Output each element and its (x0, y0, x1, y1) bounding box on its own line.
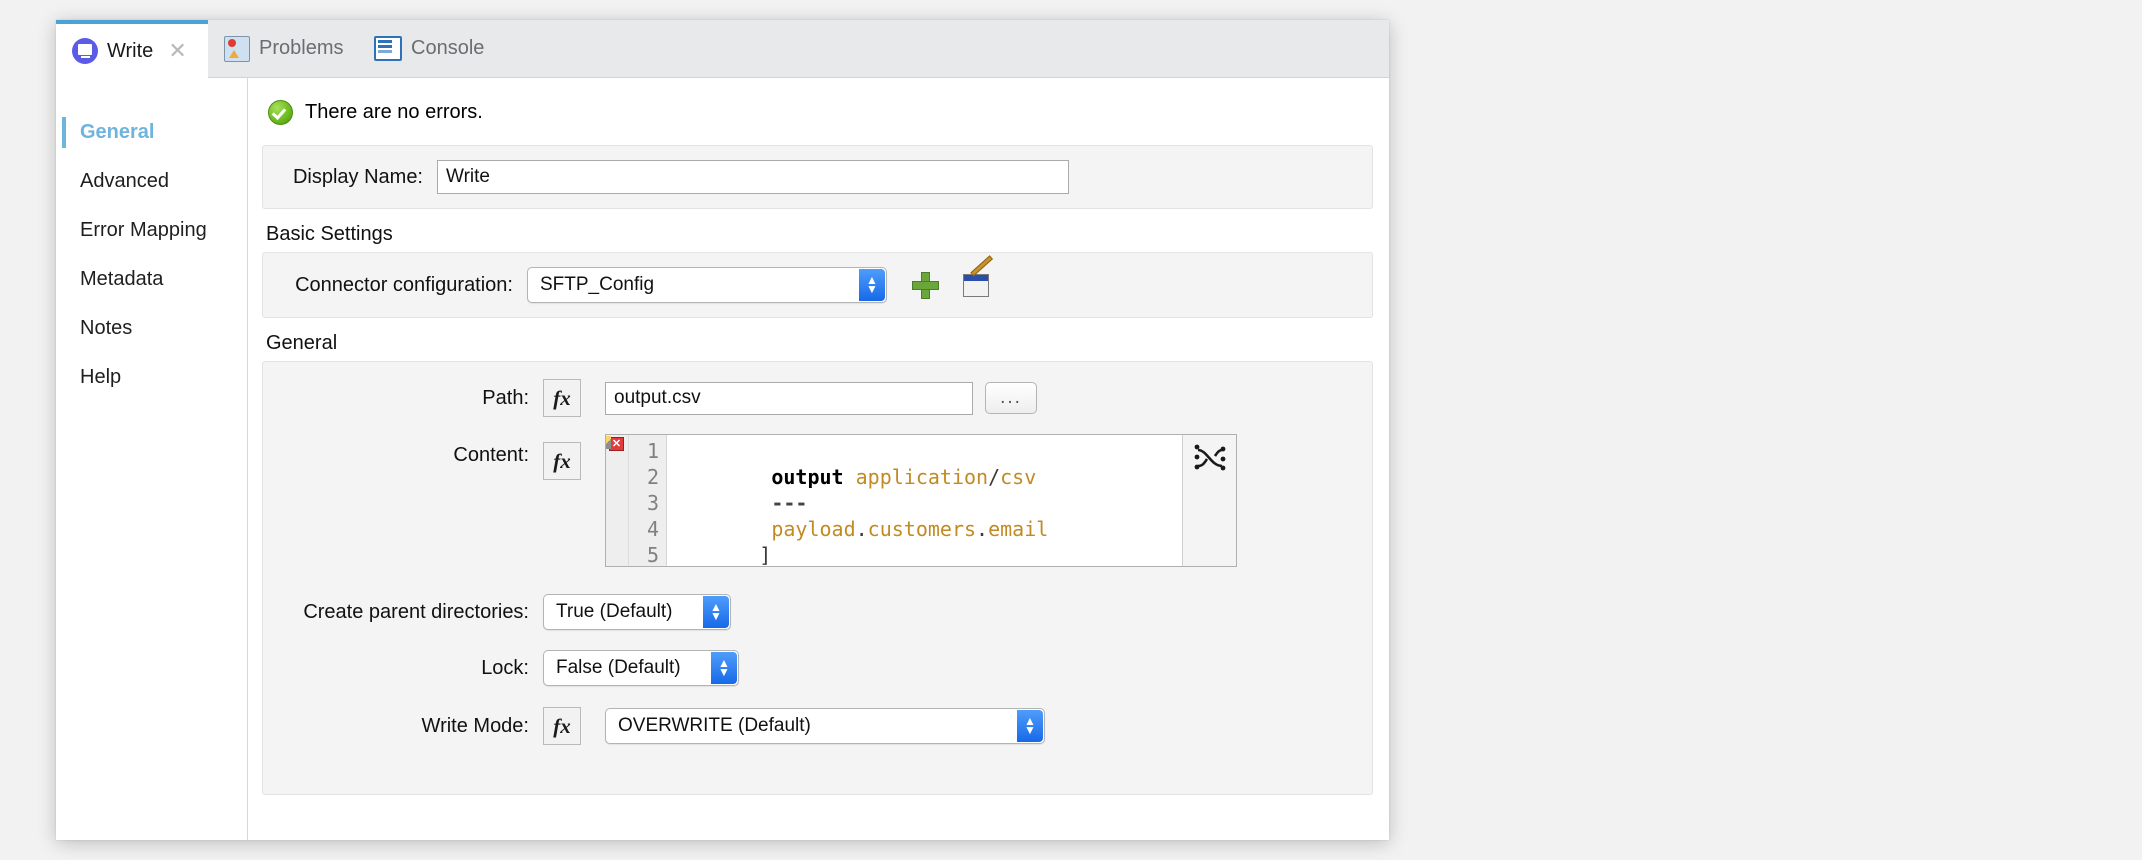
plus-icon[interactable] (911, 271, 939, 299)
panel-body: General Advanced Error Mapping Metadata … (56, 78, 1389, 840)
write-mode-value: OVERWRITE (Default) (618, 715, 811, 737)
display-name-input[interactable]: Write (437, 160, 1069, 194)
tab-console[interactable]: Console (358, 20, 498, 77)
content-label: Content: (277, 434, 543, 467)
display-name-value: Write (446, 166, 490, 188)
editor-code-text[interactable]: output application/csv --- payload.custo… (667, 435, 1182, 566)
error-x-icon: ✕ (609, 437, 624, 451)
editor-line-numbers: 1 2 3 4 5 (629, 435, 667, 566)
sftp-write-icon (72, 38, 98, 64)
path-browse-button[interactable]: ... (985, 382, 1037, 414)
sidebar-item-label: Advanced (80, 170, 169, 193)
code-line: output application/csv (667, 464, 1182, 490)
editor-error-gutter[interactable]: ✕ (606, 435, 629, 566)
edit-icon[interactable] (963, 272, 993, 298)
settings-sidebar: General Advanced Error Mapping Metadata … (56, 78, 248, 840)
dataweave-transform-icon[interactable] (1193, 443, 1227, 473)
create-parent-directories-row: Create parent directories: True (Default… (263, 584, 1372, 640)
tab-problems[interactable]: Problems (208, 20, 354, 77)
validation-status: There are no errors. (248, 78, 1389, 145)
sidebar-item-label: Notes (80, 317, 132, 340)
lock-label: Lock: (277, 657, 543, 680)
sidebar-item-metadata[interactable]: Metadata (56, 255, 247, 304)
chevron-updown-icon[interactable]: ▲▼ (711, 652, 737, 684)
success-check-icon (268, 100, 293, 125)
code-line: payload.customers.email (667, 516, 1182, 542)
editor-side-toolbar (1182, 435, 1236, 566)
path-label: Path: (277, 387, 543, 410)
code-line (667, 438, 1182, 464)
connector-configuration-value: SFTP_Config (540, 274, 654, 296)
code-line: --- (667, 490, 1182, 516)
write-mode-select[interactable]: OVERWRITE (Default) ▲▼ (605, 708, 1045, 744)
content-fx-button[interactable]: fx (543, 442, 581, 480)
tab-console-label: Console (411, 37, 484, 60)
general-section-title: General (248, 318, 1389, 361)
connector-configuration-label: Connector configuration: (277, 274, 527, 297)
sidebar-item-error-mapping[interactable]: Error Mapping (56, 206, 247, 255)
sidebar-item-general[interactable]: General (56, 108, 247, 157)
lock-value: False (Default) (556, 657, 681, 679)
close-icon[interactable]: ✕ (168, 40, 186, 62)
path-value: output.csv (614, 387, 701, 409)
sidebar-item-label: Help (80, 366, 121, 389)
path-fx-button[interactable]: fx (543, 379, 581, 417)
tab-problems-label: Problems (259, 37, 343, 60)
lock-row: Lock: False (Default) ▲▼ (263, 640, 1372, 696)
basic-settings-group: Connector configuration: SFTP_Config ▲▼ (262, 252, 1373, 318)
chevron-updown-icon[interactable]: ▲▼ (1017, 710, 1043, 742)
settings-content: There are no errors. Display Name: Write… (248, 78, 1389, 840)
content-code-editor[interactable]: ✕ 1 2 3 4 5 output application/csv --- (605, 434, 1237, 567)
chevron-updown-icon[interactable]: ▲▼ (703, 596, 729, 628)
validation-status-text: There are no errors. (305, 101, 483, 124)
problems-icon (224, 36, 250, 62)
code-line: ] (667, 542, 1182, 566)
basic-settings-title: Basic Settings (248, 209, 1389, 252)
sidebar-item-help[interactable]: Help (56, 353, 247, 402)
sidebar-item-label: General (80, 121, 154, 144)
write-mode-fx-button[interactable]: fx (543, 707, 581, 745)
display-name-label: Display Name: (277, 166, 437, 189)
create-parent-directories-select[interactable]: True (Default) ▲▼ (543, 594, 731, 630)
console-icon (374, 36, 402, 61)
create-parent-directories-label: Create parent directories: (277, 601, 543, 624)
tab-bar: Write ✕ Problems Console (56, 20, 1389, 78)
properties-window: Write ✕ Problems Console General Advance… (56, 20, 1389, 840)
general-settings-group: Path: fx output.csv ... Content: fx (262, 361, 1373, 795)
path-row: Path: fx output.csv ... (263, 370, 1372, 426)
write-mode-row: Write Mode: fx OVERWRITE (Default) ▲▼ (263, 696, 1372, 756)
lock-select[interactable]: False (Default) ▲▼ (543, 650, 739, 686)
tab-write[interactable]: Write ✕ (56, 20, 208, 78)
sidebar-item-advanced[interactable]: Advanced (56, 157, 247, 206)
screen-root: Write ✕ Problems Console General Advance… (0, 0, 2142, 860)
sidebar-item-label: Error Mapping (80, 219, 207, 242)
sidebar-item-label: Metadata (80, 268, 163, 291)
write-mode-label: Write Mode: (277, 715, 543, 738)
connector-configuration-select[interactable]: SFTP_Config ▲▼ (527, 267, 887, 303)
path-input[interactable]: output.csv (605, 382, 973, 415)
chevron-updown-icon[interactable]: ▲▼ (859, 269, 885, 301)
create-parent-directories-value: True (Default) (556, 601, 673, 623)
content-row: Content: fx ✕ 1 2 3 4 (263, 426, 1372, 584)
display-name-group: Display Name: Write (262, 145, 1373, 209)
sidebar-item-notes[interactable]: Notes (56, 304, 247, 353)
tab-write-label: Write (107, 40, 153, 63)
